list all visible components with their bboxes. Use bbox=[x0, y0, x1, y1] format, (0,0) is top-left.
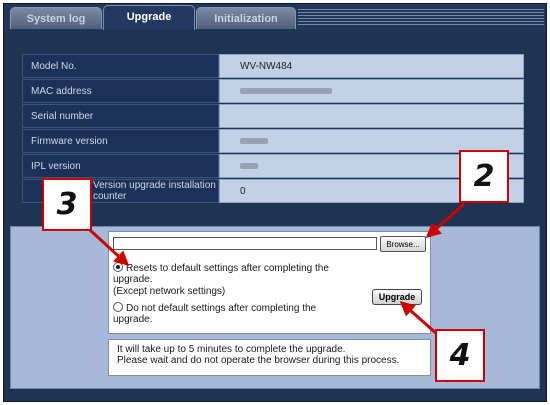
keep-option-text: Do not default settings after completing… bbox=[126, 303, 317, 314]
keep-option-continued: upgrade. bbox=[113, 314, 153, 325]
ipl-version-label: IPL version bbox=[22, 154, 219, 178]
callout-4: 4 bbox=[435, 329, 485, 382]
table-row: Firmware version bbox=[22, 129, 524, 153]
mac-address-label: MAC address bbox=[22, 79, 219, 103]
notice-line-1: It will take up to 5 minutes to complete… bbox=[117, 344, 346, 355]
serial-number-label: Serial number bbox=[22, 104, 219, 128]
keep-radio[interactable] bbox=[113, 302, 123, 312]
serial-number-value bbox=[219, 104, 524, 128]
reset-radio[interactable] bbox=[113, 262, 123, 272]
table-row: IPL version bbox=[22, 154, 524, 178]
redacted-value bbox=[240, 137, 268, 144]
upgrade-notice: It will take up to 5 minutes to complete… bbox=[108, 339, 431, 376]
table-row: Model No. WV-NW484 bbox=[22, 54, 524, 78]
callout-2: 2 bbox=[459, 150, 509, 203]
tab-initialization[interactable]: Initialization bbox=[196, 7, 296, 29]
callout-3: 3 bbox=[42, 178, 92, 231]
tab-bar-decoration bbox=[298, 9, 544, 27]
table-row: Serial number bbox=[22, 104, 524, 128]
reset-option-note: (Except network settings) bbox=[113, 286, 226, 297]
table-row: Version upgrade installation counter 0 bbox=[22, 179, 524, 203]
browse-button[interactable]: Browse... bbox=[380, 236, 426, 252]
firmware-file-input[interactable] bbox=[113, 237, 377, 250]
tab-bar: System log Upgrade Initialization bbox=[4, 4, 546, 30]
model-no-value: WV-NW484 bbox=[219, 54, 524, 78]
tab-upgrade[interactable]: Upgrade bbox=[103, 5, 195, 30]
device-info-table: Model No. WV-NW484 MAC address Serial nu… bbox=[22, 53, 524, 204]
reset-option-text: Resets to default settings after complet… bbox=[126, 263, 329, 274]
table-row: MAC address bbox=[22, 79, 524, 103]
keep-option[interactable]: Do not default settings after completing… bbox=[113, 302, 316, 314]
upgrade-button[interactable]: Upgrade bbox=[372, 289, 422, 305]
tab-system-log[interactable]: System log bbox=[10, 7, 102, 29]
redacted-value bbox=[240, 87, 332, 94]
firmware-version-label: Firmware version bbox=[22, 129, 219, 153]
upgrade-options-box: Browse... Resets to default settings aft… bbox=[108, 231, 431, 334]
model-no-label: Model No. bbox=[22, 54, 219, 78]
notice-line-2: Please wait and do not operate the brows… bbox=[117, 355, 400, 366]
reset-option[interactable]: Resets to default settings after complet… bbox=[113, 262, 329, 274]
reset-option-continued: upgrade. bbox=[113, 274, 153, 285]
mac-address-value bbox=[219, 79, 524, 103]
redacted-value bbox=[240, 162, 258, 169]
